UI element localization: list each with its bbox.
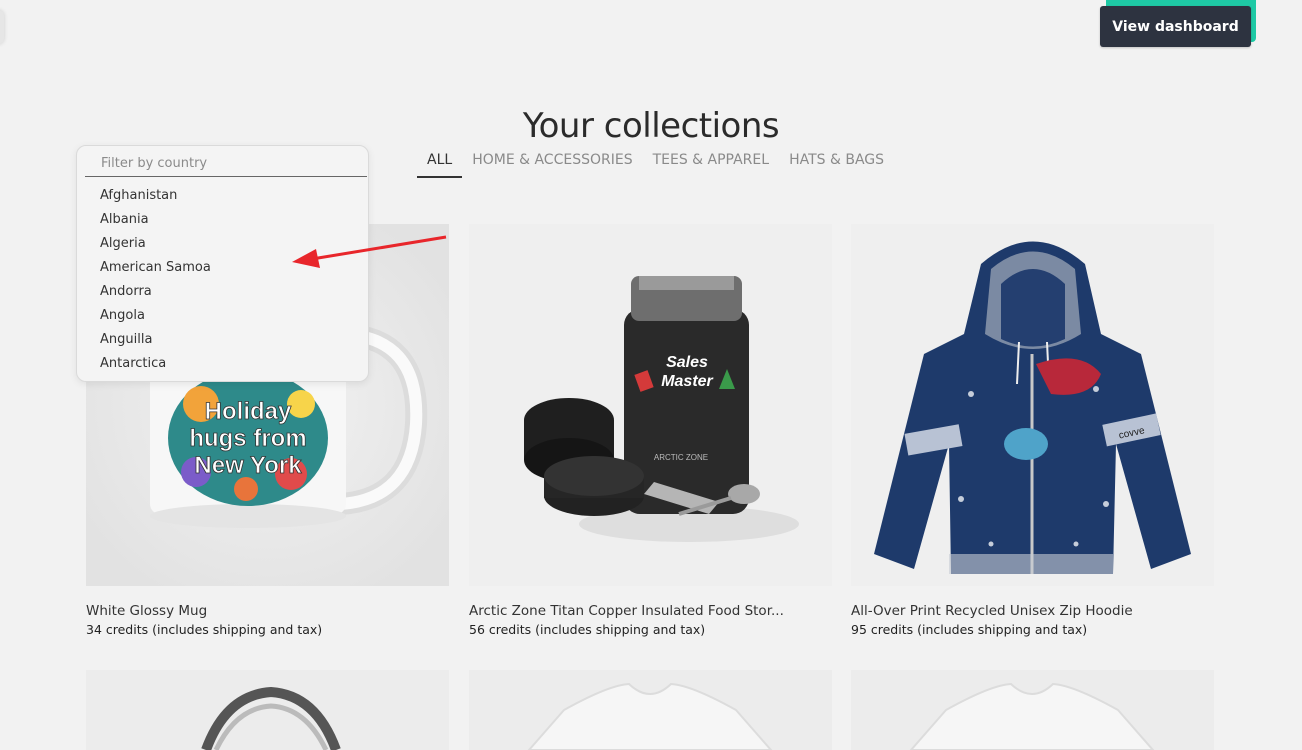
jar-text-line-1: Sales xyxy=(666,354,708,371)
view-dashboard-button[interactable]: View dashboard xyxy=(1100,6,1251,47)
side-tab-handle[interactable] xyxy=(0,10,4,44)
product-card-hoodie[interactable]: covve All-Over Print Recycled Unisex Zip… xyxy=(851,224,1214,637)
mug-text-line-1: Holiday xyxy=(205,398,292,425)
tab-home-accessories[interactable]: HOME & ACCESSORIES xyxy=(462,150,642,178)
product-name[interactable]: All-Over Print Recycled Unisex Zip Hoodi… xyxy=(851,603,1181,619)
country-option[interactable]: Andorra xyxy=(100,280,211,304)
mug-text-line-3: New York xyxy=(194,452,302,479)
country-option[interactable]: American Samoa xyxy=(100,256,211,280)
page-title: Your collections xyxy=(522,105,780,146)
product-card-row2-3[interactable] xyxy=(851,670,1214,750)
mug-text-line-2: hugs from xyxy=(189,425,306,452)
tab-hats-bags[interactable]: HATS & BAGS xyxy=(779,150,894,178)
tab-tees-apparel[interactable]: TEES & APPAREL xyxy=(643,150,779,178)
country-option[interactable]: Afghanistan xyxy=(100,184,211,208)
product-card-row2-2[interactable] xyxy=(469,670,832,750)
category-tabs: ALL HOME & ACCESSORIES TEES & APPAREL HA… xyxy=(417,150,894,178)
jar-text-line-2: Master xyxy=(661,373,713,390)
country-option[interactable]: Angola xyxy=(100,304,211,328)
country-option[interactable]: Algeria xyxy=(100,232,211,256)
product-price: 56 credits (includes shipping and tax) xyxy=(469,622,706,637)
country-list: Afghanistan Albania Algeria American Sam… xyxy=(100,184,211,376)
country-option[interactable]: Antarctica xyxy=(100,352,211,376)
jar-brand: ARCTIC ZONE xyxy=(654,453,708,462)
product-card-food-jar[interactable]: Sales Master ARCTIC ZONE Arctic Zone Tit… xyxy=(469,224,832,637)
product-price: 95 credits (includes shipping and tax) xyxy=(851,622,1088,637)
tab-all[interactable]: ALL xyxy=(417,150,463,178)
product-name[interactable]: White Glossy Mug xyxy=(86,603,416,619)
product-image-hoodie: covve xyxy=(851,224,1214,586)
product-image-food-jar: Sales Master ARCTIC ZONE xyxy=(469,224,832,586)
product-price: 34 credits (includes shipping and tax) xyxy=(86,622,323,637)
country-filter-input[interactable] xyxy=(85,150,367,177)
product-name[interactable]: Arctic Zone Titan Copper Insulated Food … xyxy=(469,603,799,619)
country-option[interactable]: Albania xyxy=(100,208,211,232)
country-option[interactable]: Anguilla xyxy=(100,328,211,352)
country-filter-dropdown: Afghanistan Albania Algeria American Sam… xyxy=(76,145,369,382)
product-card-row2-1[interactable] xyxy=(86,670,449,750)
